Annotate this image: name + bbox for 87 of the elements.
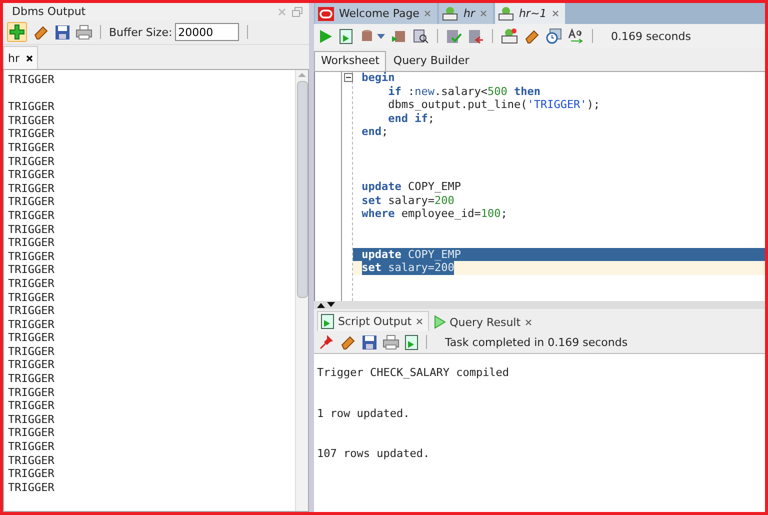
output-line: TRIGGER: [8, 331, 56, 345]
eraser-icon[interactable]: [33, 24, 49, 40]
clock-icon[interactable]: [546, 28, 562, 44]
print-icon[interactable]: [383, 334, 399, 350]
output-line: TRIGGER: [8, 467, 56, 481]
code-line: where employee_id=100;: [362, 207, 508, 221]
output-line: TRIGGER: [8, 114, 56, 128]
output-line: TRIGGER: [8, 276, 56, 290]
search-icon[interactable]: [413, 28, 429, 44]
code-line: dbms_output.put_line('TRIGGER');: [387, 98, 600, 112]
output-line: TRIGGER: [8, 480, 56, 494]
output-line: TRIGGER: [8, 100, 56, 114]
tab-label: Welcome Page: [339, 7, 420, 20]
output-line: TRIGGER: [8, 154, 56, 168]
commit-icon[interactable]: [446, 28, 462, 44]
save-icon[interactable]: [55, 24, 70, 40]
sql-worksheet-icon: [442, 6, 458, 21]
output-line: TRIGGER: [8, 73, 56, 87]
worksheet-tab[interactable]: Worksheet: [314, 51, 386, 71]
execution-time: 0.169 seconds: [611, 30, 691, 42]
output-line: TRIGGER: [8, 182, 56, 196]
output-line: TRIGGER: [8, 344, 56, 358]
output-line: TRIGGER: [8, 412, 56, 426]
output-line: TRIGGER: [8, 399, 56, 413]
output-line: TRIGGER: [8, 440, 56, 454]
run-script-icon[interactable]: [405, 334, 418, 350]
oracle-logo-icon: [318, 6, 334, 20]
database-run-icon[interactable]: [391, 28, 407, 44]
save-icon[interactable]: [362, 334, 377, 350]
code-line: end;: [362, 125, 388, 139]
text-format-icon[interactable]: [568, 28, 584, 44]
database-icon[interactable]: [360, 28, 375, 44]
output-line: TRIGGER: [8, 127, 56, 141]
output-line: TRIGGER: [8, 290, 56, 304]
task-status: Task completed in 0.169 seconds: [445, 336, 628, 348]
output-line: TRIGGER: [8, 236, 56, 250]
scrollbar[interactable]: [295, 70, 308, 511]
buffer-size-field[interactable]: 20000: [175, 23, 240, 41]
output-line: TRIGGER: [8, 454, 56, 468]
run-icon[interactable]: [319, 28, 333, 44]
output-line: TRIGGER: [8, 195, 56, 209]
script-output-icon: [321, 314, 334, 329]
sql-add-icon[interactable]: [501, 28, 518, 44]
output-line: TRIGGER: [8, 208, 56, 223]
output-tab[interactable]: Query Result: [430, 313, 537, 331]
close-icon[interactable]: [26, 54, 32, 62]
output-line: TRIGGER: [8, 318, 56, 332]
code-line: update COPY_EMP: [362, 180, 461, 194]
code-line: begin: [362, 72, 395, 85]
output-message: 107 rows updated.: [317, 447, 431, 461]
run-script-icon[interactable]: [339, 28, 354, 44]
buffer-size-label: Buffer Size:: [109, 26, 172, 38]
code-line: if :new.salary<500 then: [387, 84, 540, 98]
output-tab[interactable]: Script Output: [317, 311, 429, 331]
play-icon: [434, 315, 446, 329]
output-message: 1 row updated.: [317, 406, 411, 420]
editor-tab[interactable]: Welcome Page: [315, 3, 438, 24]
output-line: TRIGGER: [8, 358, 56, 372]
rollback-icon[interactable]: [468, 28, 484, 44]
split-arrows-icon[interactable]: [316, 302, 336, 308]
output-line: TRIGGER: [8, 168, 56, 182]
output-line: TRIGGER: [8, 140, 56, 155]
output-line: TRIGGER: [8, 304, 56, 318]
editor-tab[interactable]: hr~1: [494, 3, 565, 24]
collapse-icon[interactable]: [344, 73, 353, 82]
print-icon[interactable]: [76, 24, 92, 40]
eraser-icon[interactable]: [340, 334, 356, 350]
worksheet-tab[interactable]: Query Builder: [386, 51, 476, 71]
code-line: set salary=200: [362, 194, 454, 208]
connection-tab[interactable]: hr: [3, 46, 38, 69]
add-button[interactable]: [7, 22, 27, 42]
output-line: TRIGGER: [8, 250, 56, 264]
output-line: TRIGGER: [8, 372, 56, 386]
code-line: end if;: [387, 112, 434, 126]
panel-title: Dbms Output: [12, 5, 87, 18]
output-line: TRIGGER: [8, 222, 56, 236]
sql-worksheet-icon: [498, 6, 514, 21]
dropdown-caret-icon[interactable]: [377, 34, 385, 38]
eraser-icon[interactable]: [524, 28, 540, 44]
output-line: TRIGGER: [8, 426, 56, 440]
tab-label: hr: [463, 7, 475, 20]
output-line: TRIGGER: [8, 263, 56, 277]
pin-icon[interactable]: [319, 334, 334, 350]
editor-tab[interactable]: hr: [439, 3, 493, 24]
tab-label: hr~1: [518, 7, 547, 20]
output-message: Trigger CHECK_SALARY compiled: [317, 366, 510, 380]
output-line: TRIGGER: [8, 386, 56, 400]
